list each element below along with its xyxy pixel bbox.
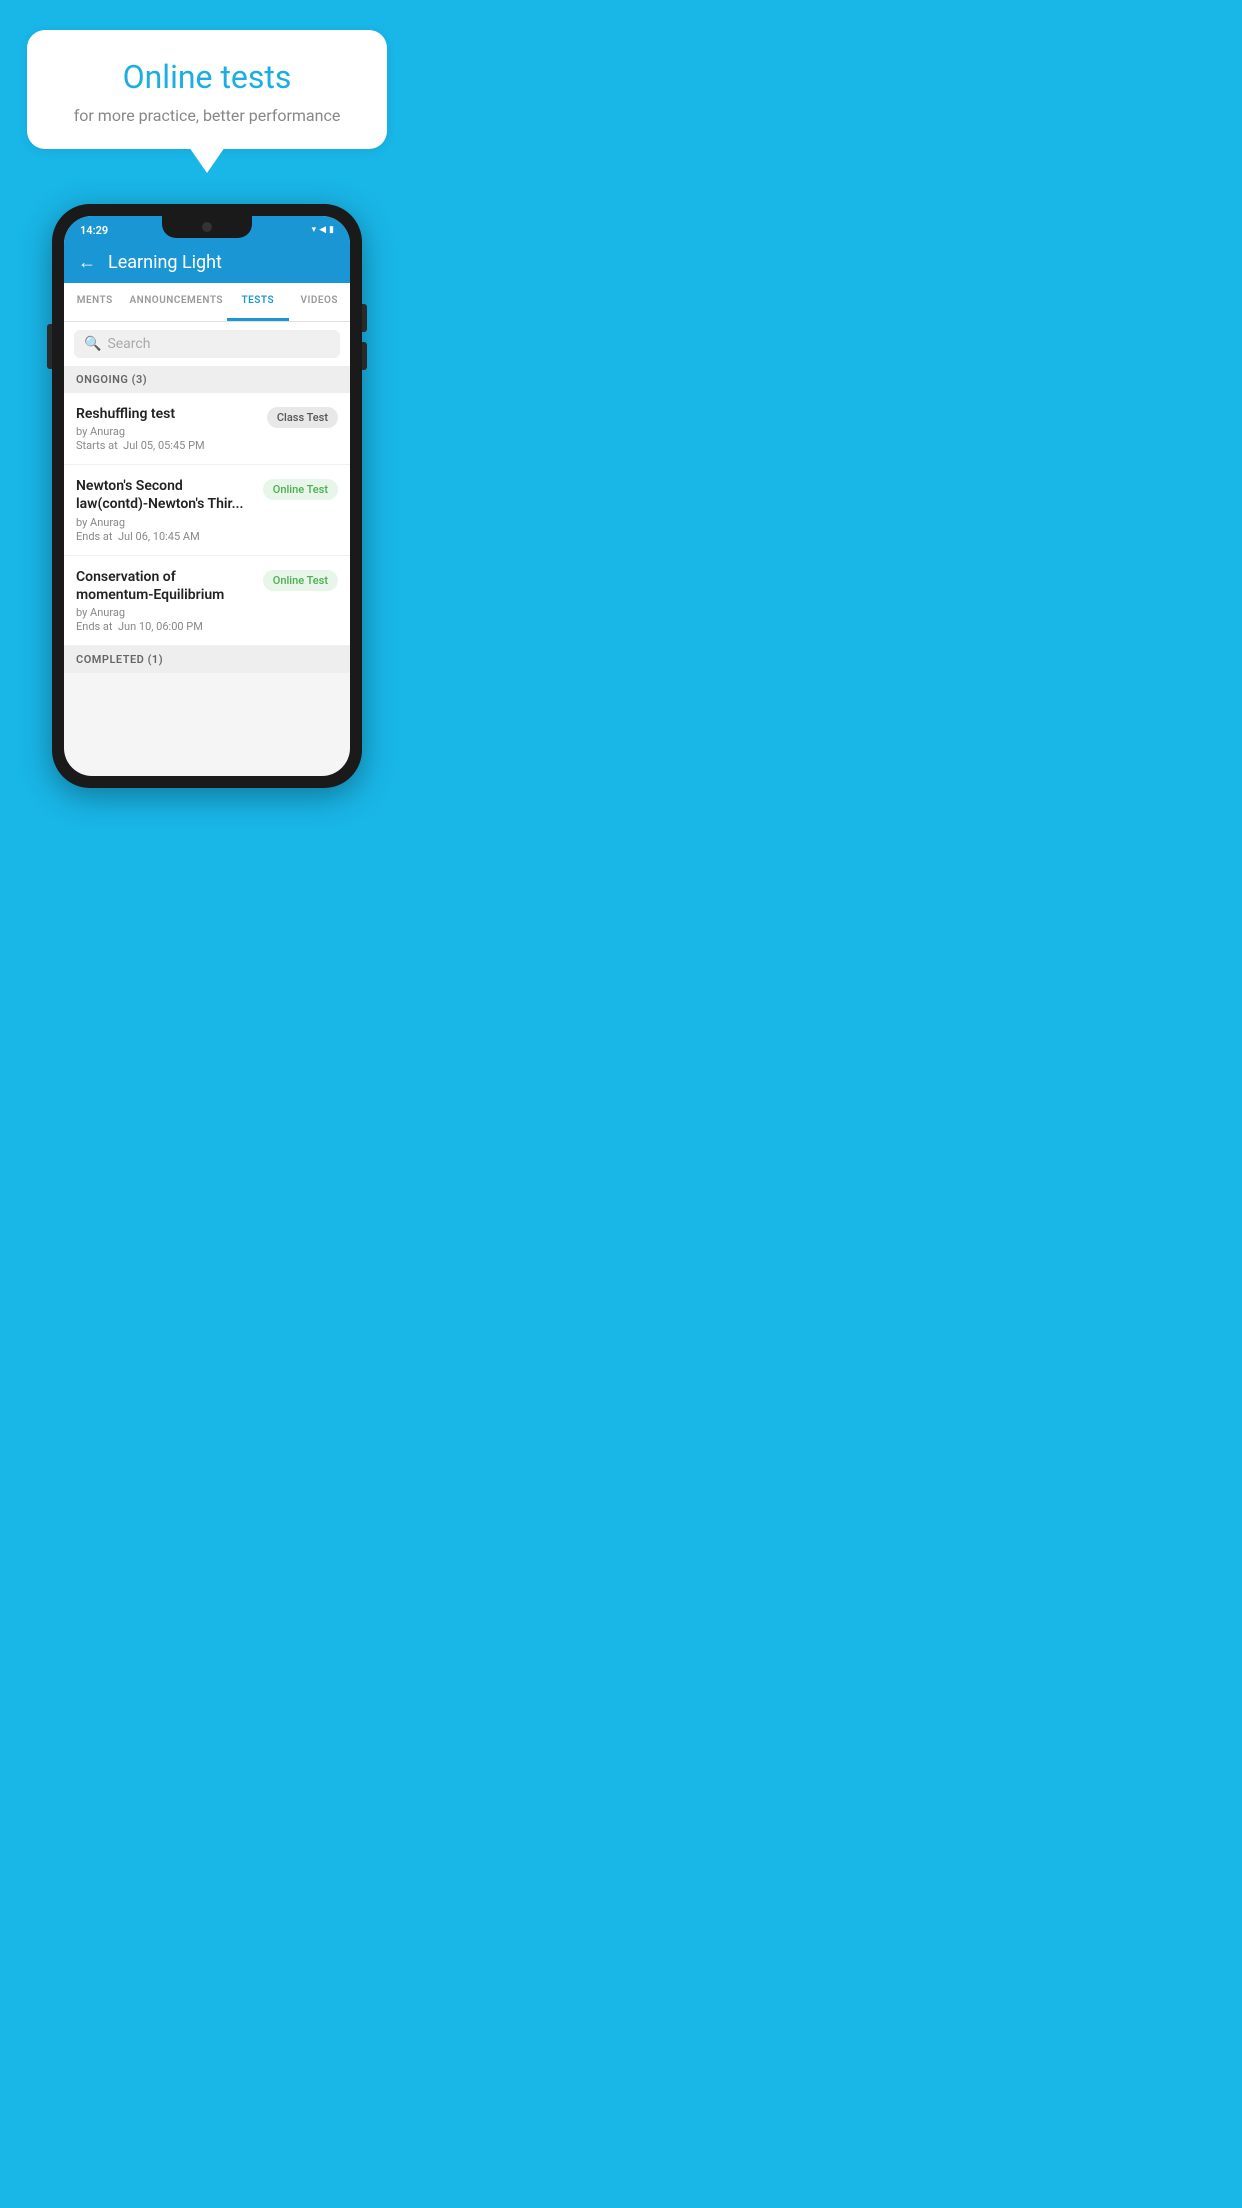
search-icon: 🔍	[84, 336, 101, 352]
tab-videos[interactable]: VIDEOS	[289, 283, 350, 321]
bubble-title: Online tests	[57, 58, 357, 96]
signal-icon: ◀	[319, 225, 326, 235]
test-item-1[interactable]: Reshuffling test by Anurag Starts at Jul…	[64, 393, 350, 465]
tab-ments[interactable]: MENTS	[64, 283, 125, 321]
test-badge-1: Class Test	[267, 407, 338, 428]
test-item-3[interactable]: Conservation of momentum-Equilibrium by …	[64, 556, 350, 646]
test-name-2: Newton's Second law(contd)-Newton's Thir…	[76, 477, 255, 513]
test-name-3: Conservation of momentum-Equilibrium	[76, 568, 255, 604]
search-placeholder: Search	[107, 336, 150, 352]
phone-notch	[162, 216, 252, 238]
search-bar: 🔍 Search	[64, 322, 350, 366]
test-date-2: Ends at Jul 06, 10:45 AM	[76, 530, 255, 543]
completed-section-header: COMPLETED (1)	[64, 646, 350, 673]
test-info-3: Conservation of momentum-Equilibrium by …	[76, 568, 255, 633]
test-info-2: Newton's Second law(contd)-Newton's Thir…	[76, 477, 255, 542]
test-date-3: Ends at Jun 10, 06:00 PM	[76, 620, 255, 633]
battery-icon: ▮	[329, 225, 334, 235]
test-by-3: by Anurag	[76, 606, 255, 619]
test-date-1: Starts at Jul 05, 05:45 PM	[76, 439, 259, 452]
test-badge-2: Online Test	[263, 479, 338, 500]
speech-bubble: Online tests for more practice, better p…	[27, 30, 387, 149]
phone-screen: 14:29 ▾ ◀ ▮ ← Learning Light MENTS ANNOU…	[64, 216, 350, 776]
app-title: Learning Light	[108, 252, 222, 273]
phone-outer: 14:29 ▾ ◀ ▮ ← Learning Light MENTS ANNOU…	[52, 204, 362, 788]
status-time: 14:29	[80, 224, 108, 237]
hero-section: Online tests for more practice, better p…	[0, 0, 414, 149]
app-header: ← Learning Light	[64, 242, 350, 283]
tab-tests[interactable]: TESTS	[227, 283, 288, 321]
volume-down-button[interactable]	[362, 342, 367, 370]
tabs-container: MENTS ANNOUNCEMENTS TESTS VIDEOS	[64, 283, 350, 322]
power-button[interactable]	[47, 324, 52, 369]
search-input-wrapper[interactable]: 🔍 Search	[74, 330, 340, 358]
test-name-1: Reshuffling test	[76, 405, 259, 423]
phone-mockup: 14:29 ▾ ◀ ▮ ← Learning Light MENTS ANNOU…	[52, 204, 362, 788]
test-item-2[interactable]: Newton's Second law(contd)-Newton's Thir…	[64, 465, 350, 555]
test-list: Reshuffling test by Anurag Starts at Jul…	[64, 393, 350, 646]
test-by-1: by Anurag	[76, 425, 259, 438]
phone-camera	[202, 222, 212, 232]
tab-announcements[interactable]: ANNOUNCEMENTS	[125, 283, 227, 321]
bubble-subtitle: for more practice, better performance	[57, 106, 357, 125]
volume-up-button[interactable]	[362, 304, 367, 332]
status-icons: ▾ ◀ ▮	[312, 225, 334, 235]
test-by-2: by Anurag	[76, 516, 255, 529]
test-badge-3: Online Test	[263, 570, 338, 591]
wifi-icon: ▾	[312, 225, 317, 235]
test-info-1: Reshuffling test by Anurag Starts at Jul…	[76, 405, 259, 452]
ongoing-section-header: ONGOING (3)	[64, 366, 350, 393]
back-button[interactable]: ←	[78, 252, 96, 273]
